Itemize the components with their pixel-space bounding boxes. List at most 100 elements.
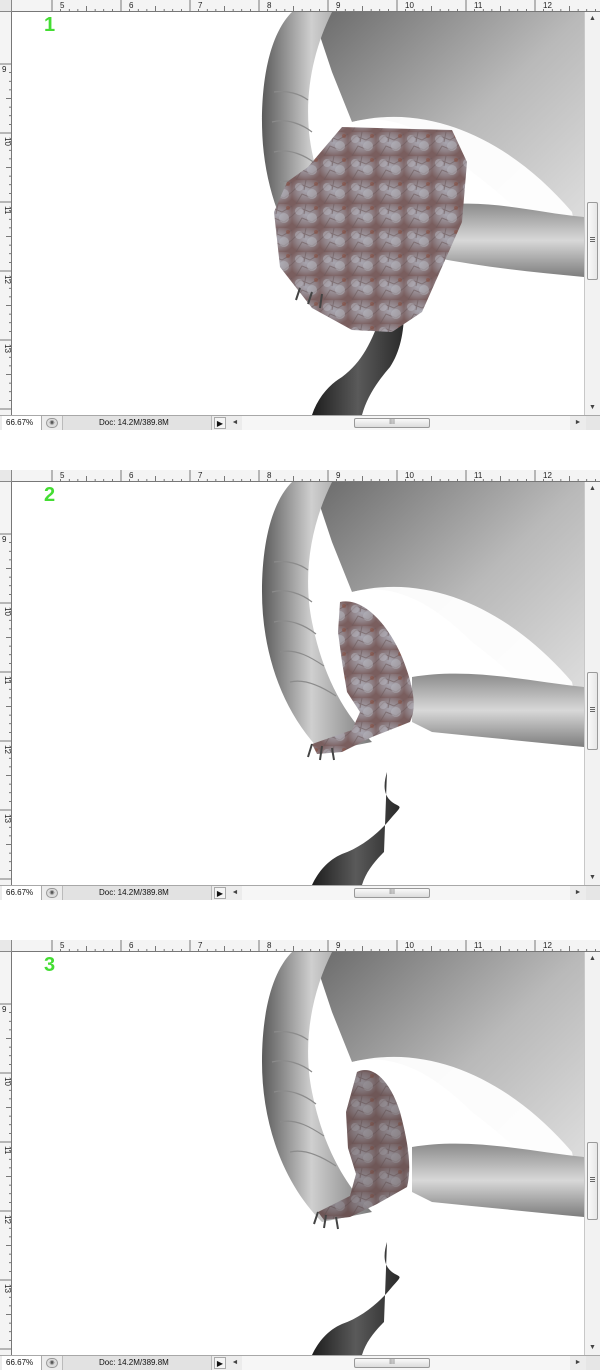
ruler-label: 12 [3, 745, 12, 754]
scroll-up-arrow-icon[interactable]: ▲ [585, 482, 600, 496]
ruler-label: 9 [336, 941, 341, 950]
scroll-up-arrow-icon[interactable]: ▲ [585, 12, 600, 26]
ruler-label: 11 [474, 1, 483, 10]
ruler-label: 11 [3, 676, 12, 685]
ruler-label: 10 [405, 941, 414, 950]
ruler-label: 8 [267, 471, 272, 480]
ruler-label: 12 [3, 1215, 12, 1224]
ruler-label: 9 [336, 471, 341, 480]
vertical-scroll-thumb[interactable] [587, 1142, 598, 1220]
ruler-label: 8 [267, 941, 272, 950]
scroll-corner [586, 1356, 600, 1370]
editor-panel-3: 5 6 7 8 9 10 11 12 9 10 11 12 13 3 ▲ ▼ 6… [0, 940, 600, 1370]
zoom-level-field[interactable]: 66.67% [2, 416, 42, 430]
scroll-right-arrow-icon[interactable]: ► [572, 1356, 584, 1370]
step-number: 2 [44, 484, 56, 506]
zoom-level-field[interactable]: 66.67% [2, 886, 42, 900]
editor-panel-2: 5 6 7 8 9 10 11 12 9 10 11 12 13 2 ▲ ▼ 6… [0, 470, 600, 900]
vertical-ruler[interactable]: 9 10 11 12 13 [0, 12, 12, 415]
ruler-origin[interactable] [0, 940, 12, 952]
ruler-label: 10 [3, 137, 12, 146]
ruler-label: 5 [60, 471, 65, 480]
status-menu-arrow-icon[interactable]: ▶ [214, 887, 226, 899]
scroll-right-arrow-icon[interactable]: ► [572, 416, 584, 430]
scroll-corner [586, 886, 600, 900]
scroll-down-arrow-icon[interactable]: ▼ [585, 1341, 600, 1355]
status-menu-arrow-icon[interactable]: ▶ [214, 1357, 226, 1369]
scroll-left-arrow-icon[interactable]: ◄ [230, 416, 240, 430]
tail-shape [412, 673, 584, 747]
ruler-label: 11 [3, 1146, 12, 1155]
zoom-level-field[interactable]: 66.67% [2, 1356, 42, 1370]
dragon-artwork [262, 482, 584, 885]
step-number: 1 [44, 14, 56, 36]
vertical-scrollbar[interactable]: ▲ ▼ [584, 952, 600, 1355]
ruler-label: 10 [3, 1077, 12, 1086]
leg-shape [312, 772, 400, 885]
document-canvas[interactable] [12, 12, 584, 415]
ruler-label: 10 [3, 607, 12, 616]
horizontal-ruler[interactable]: 5 6 7 8 9 10 11 12 [12, 470, 600, 482]
vertical-ruler[interactable]: 9 10 11 12 13 [0, 482, 12, 885]
ruler-label: 13 [3, 814, 12, 823]
vertical-scrollbar[interactable]: ▲ ▼ [584, 12, 600, 415]
doc-size-info: Doc: 14.2M/389.8M [62, 416, 212, 430]
editor-panel-1: 5 6 7 8 9 10 11 12 9 10 11 12 13 1 ▲ ▼ 6… [0, 0, 600, 430]
ruler-label: 12 [543, 471, 552, 480]
ruler-label: 8 [267, 1, 272, 10]
ruler-label: 13 [3, 344, 12, 353]
ruler-label: 13 [3, 1284, 12, 1293]
doc-size-info: Doc: 14.2M/389.8M [62, 886, 212, 900]
ruler-label: 10 [405, 471, 414, 480]
document-canvas[interactable] [12, 482, 584, 885]
scroll-up-arrow-icon[interactable]: ▲ [585, 952, 600, 966]
horizontal-scroll-thumb[interactable]: III [354, 418, 430, 428]
document-canvas[interactable] [12, 952, 584, 1355]
dragon-artwork [262, 952, 584, 1355]
ruler-label: 10 [405, 1, 414, 10]
scroll-left-arrow-icon[interactable]: ◄ [230, 886, 240, 900]
status-bar: 66.67% ◉ Doc: 14.2M/389.8M ▶ ◄ III ► [0, 415, 600, 430]
status-menu-arrow-icon[interactable]: ▶ [214, 417, 226, 429]
ruler-label: 12 [543, 1, 552, 10]
document-icon[interactable]: ◉ [46, 888, 58, 898]
ruler-label: 6 [129, 941, 134, 950]
tail-shape [412, 1143, 584, 1217]
horizontal-ruler[interactable]: 5 6 7 8 9 10 11 12 [12, 940, 600, 952]
vertical-scrollbar[interactable]: ▲ ▼ [584, 482, 600, 885]
step-number: 3 [44, 954, 56, 976]
ruler-label: 7 [198, 1, 203, 10]
doc-size-info: Doc: 14.2M/389.8M [62, 1356, 212, 1370]
horizontal-ruler[interactable]: 5 6 7 8 9 10 11 12 [12, 0, 600, 12]
scroll-left-arrow-icon[interactable]: ◄ [230, 1356, 240, 1370]
ruler-label: 7 [198, 941, 203, 950]
ruler-label: 12 [543, 941, 552, 950]
ruler-label: 7 [198, 471, 203, 480]
vertical-scroll-thumb[interactable] [587, 202, 598, 280]
vertical-scroll-thumb[interactable] [587, 672, 598, 750]
vertical-ruler[interactable]: 9 10 11 12 13 [0, 952, 12, 1355]
document-icon[interactable]: ◉ [46, 418, 58, 428]
scroll-down-arrow-icon[interactable]: ▼ [585, 401, 600, 415]
horizontal-scroll-thumb[interactable]: III [354, 888, 430, 898]
ruler-origin[interactable] [0, 0, 12, 12]
ruler-label: 5 [60, 941, 65, 950]
ruler-label: 9 [2, 1005, 7, 1014]
ruler-label: 11 [474, 471, 483, 480]
scroll-down-arrow-icon[interactable]: ▼ [585, 871, 600, 885]
ruler-label: 6 [129, 1, 134, 10]
leg-shape [312, 1242, 400, 1355]
ruler-origin[interactable] [0, 470, 12, 482]
ruler-label: 9 [2, 535, 7, 544]
ruler-label: 6 [129, 471, 134, 480]
status-bar: 66.67% ◉ Doc: 14.2M/389.8M ▶ ◄ III ► [0, 885, 600, 900]
ruler-label: 12 [3, 275, 12, 284]
ruler-label: 5 [60, 1, 65, 10]
status-bar: 66.67% ◉ Doc: 14.2M/389.8M ▶ ◄ III ► [0, 1355, 600, 1370]
ruler-label: 9 [2, 65, 7, 74]
document-icon[interactable]: ◉ [46, 1358, 58, 1368]
scroll-corner [586, 416, 600, 430]
ruler-label: 11 [474, 941, 483, 950]
scroll-right-arrow-icon[interactable]: ► [572, 886, 584, 900]
horizontal-scroll-thumb[interactable]: III [354, 1358, 430, 1368]
